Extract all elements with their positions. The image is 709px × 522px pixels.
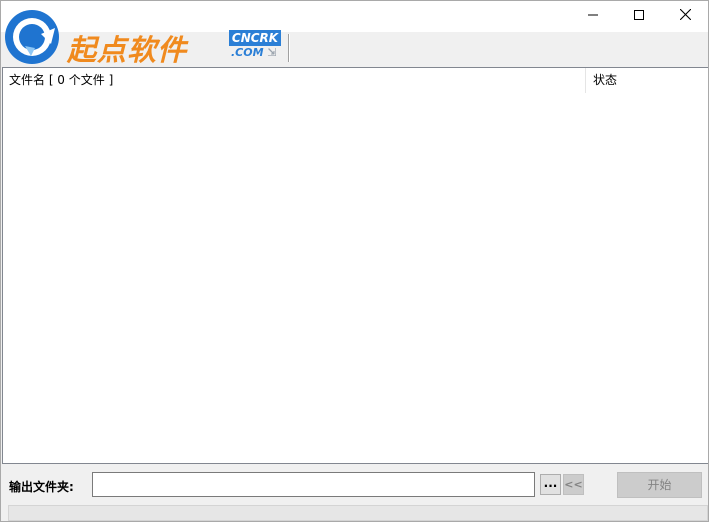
- maximize-icon: [634, 9, 644, 23]
- logo-text: 起点软件: [67, 33, 188, 67]
- logo-badge-mark: ⇲: [267, 46, 277, 59]
- column-header-filename[interactable]: 文件名 [ 0 个文件 ]: [3, 68, 586, 93]
- logo-badge-bottom: .COM ⇲: [229, 46, 281, 60]
- output-folder-input[interactable]: [92, 472, 535, 497]
- close-icon: [679, 8, 691, 23]
- logo-banner: 起点软件 CNCRK .COM ⇲: [1, 10, 708, 67]
- close-button[interactable]: [662, 1, 708, 31]
- logo-badge-top: CNCRK: [229, 30, 281, 46]
- minimize-button[interactable]: [570, 1, 616, 31]
- output-folder-label: 输出文件夹:: [9, 480, 74, 494]
- list-body[interactable]: [3, 93, 708, 463]
- column-header-status[interactable]: 状态: [587, 68, 708, 93]
- toolbar-separator: [288, 34, 290, 62]
- logo-badge: CNCRK .COM ⇲: [229, 30, 281, 60]
- start-button[interactable]: 开始: [617, 472, 702, 498]
- back-button[interactable]: <<: [563, 474, 584, 495]
- logo-badge-domain: .COM: [231, 46, 264, 59]
- browse-button[interactable]: ...: [540, 474, 561, 495]
- app-window: 起点软件 CNCRK .COM ⇲ 文件名 [ 0 个文件 ] 状态 输出文件夹…: [0, 0, 709, 522]
- file-list[interactable]: 文件名 [ 0 个文件 ] 状态: [2, 67, 708, 464]
- list-header: 文件名 [ 0 个文件 ] 状态: [3, 68, 708, 93]
- minimize-icon: [588, 9, 598, 23]
- maximize-button[interactable]: [616, 1, 662, 31]
- logo-icon: [1, 6, 63, 68]
- status-bar: [8, 505, 708, 521]
